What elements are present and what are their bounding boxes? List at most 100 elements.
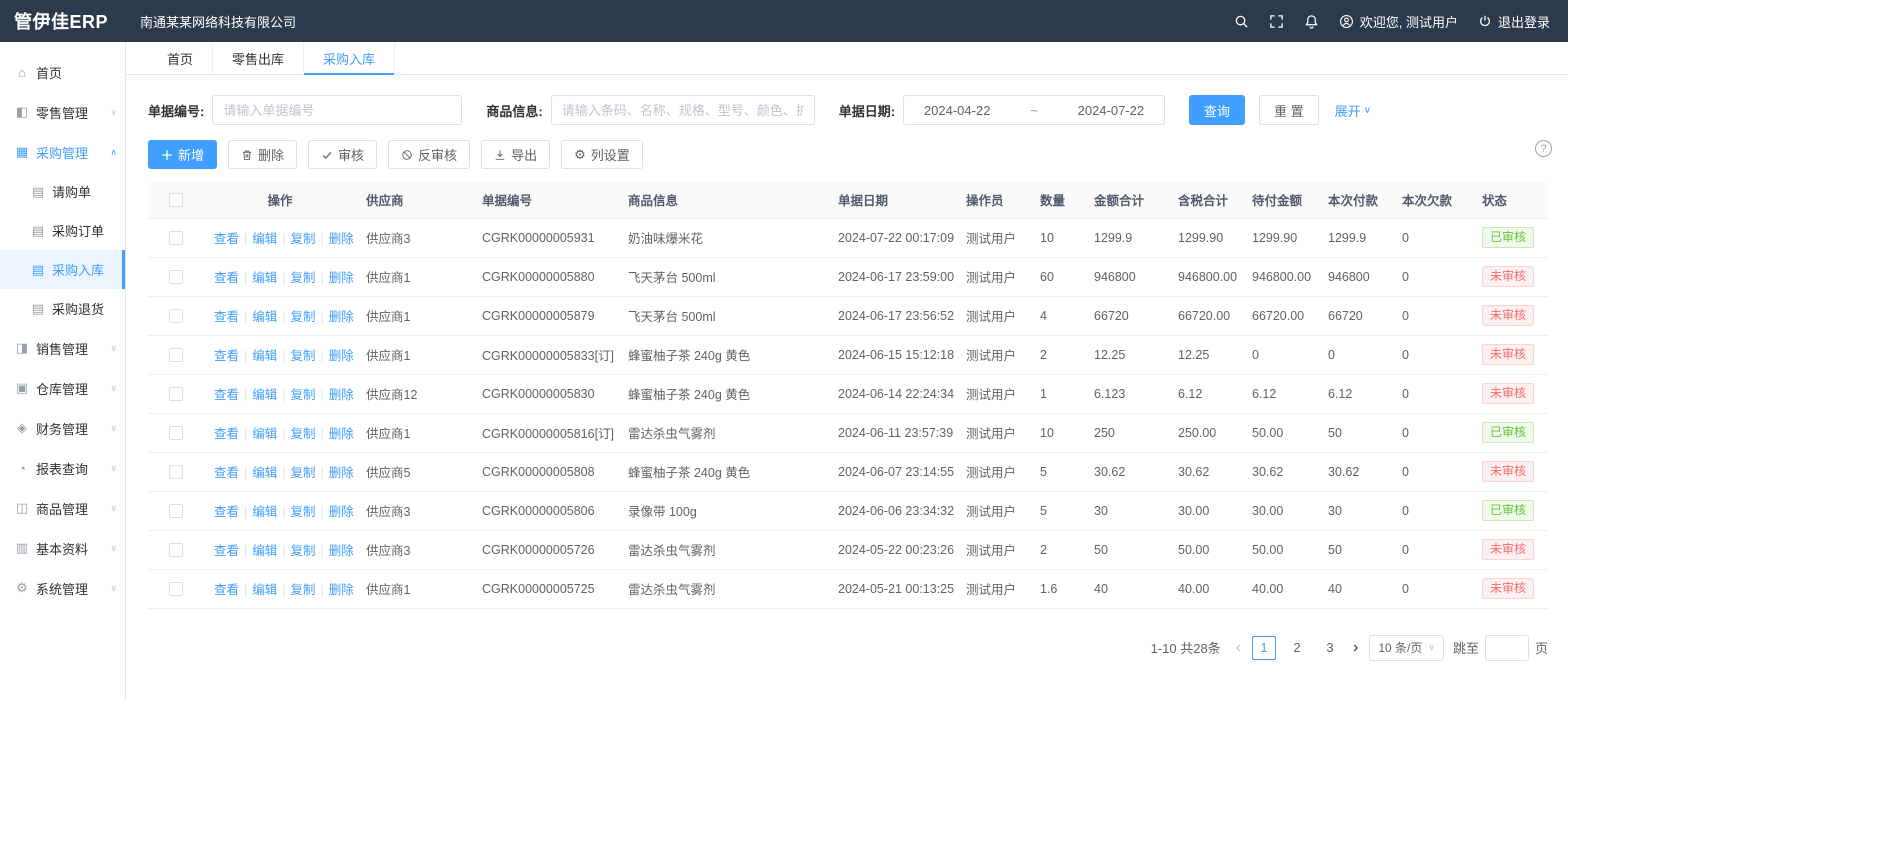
fullscreen-icon[interactable] (1269, 14, 1284, 29)
row-checkbox[interactable] (169, 309, 183, 323)
sidebar-subitem-purchase-return[interactable]: ▤采购退货 (0, 289, 125, 328)
prev-page-button[interactable]: ‹ (1234, 640, 1243, 656)
cell-supplier: 供应商1 (356, 335, 472, 374)
bill-no-input[interactable] (212, 95, 462, 125)
row-action-edit[interactable]: 编辑 (252, 583, 277, 597)
product-info-input[interactable] (551, 95, 815, 125)
sidebar-item-sales[interactable]: ◨销售管理∨ (0, 328, 125, 368)
row-checkbox[interactable] (169, 387, 183, 401)
date-to-value[interactable]: 2024-07-22 (1078, 103, 1145, 118)
row-checkbox[interactable] (169, 231, 183, 245)
cell-supplier: 供应商1 (356, 569, 472, 608)
row-checkbox[interactable] (169, 465, 183, 479)
page-button-3[interactable]: 3 (1318, 636, 1342, 660)
row-action-view[interactable]: 查看 (214, 349, 239, 363)
row-action-edit[interactable]: 编辑 (252, 388, 277, 402)
top-header: 管伊佳ERP 南通某某网络科技有限公司 欢迎您, 测试用户 (0, 0, 1568, 42)
row-action-copy[interactable]: 复制 (291, 310, 316, 324)
cell-date: 2024-06-15 15:12:18 (828, 335, 956, 374)
sidebar-subitem-purchase-request[interactable]: ▤请购单 (0, 172, 125, 211)
row-action-delete[interactable]: 删除 (329, 310, 354, 324)
sidebar-item-basic[interactable]: ▥基本资料∨ (0, 528, 125, 568)
date-from-value[interactable]: 2024-04-22 (924, 103, 991, 118)
reset-button[interactable]: 重 置 (1259, 95, 1319, 125)
jump-page-input[interactable] (1485, 635, 1529, 661)
page-button-2[interactable]: 2 (1285, 636, 1309, 660)
row-action-delete[interactable]: 删除 (329, 427, 354, 441)
row-action-delete[interactable]: 删除 (329, 388, 354, 402)
add-button[interactable]: 新增 (148, 140, 217, 169)
row-action-view[interactable]: 查看 (214, 427, 239, 441)
sidebar-item-home[interactable]: ⌂首页 (0, 52, 125, 92)
row-action-delete[interactable]: 删除 (329, 271, 354, 285)
tab-home[interactable]: 首页 (148, 42, 213, 74)
row-action-edit[interactable]: 编辑 (252, 232, 277, 246)
row-checkbox[interactable] (169, 348, 183, 362)
column-settings-button[interactable]: ⚙ 列设置 (561, 140, 643, 169)
page-size-select[interactable]: 10 条/页∨ (1369, 635, 1444, 661)
export-button[interactable]: 导出 (481, 140, 550, 169)
logout-button[interactable]: 退出登录 (1478, 12, 1550, 31)
row-checkbox[interactable] (169, 426, 183, 440)
row-action-copy[interactable]: 复制 (291, 544, 316, 558)
page-button-1[interactable]: 1 (1252, 636, 1276, 660)
tab-retail-outbound[interactable]: 零售出库 (213, 42, 304, 74)
sidebar-item-finance[interactable]: ◈财务管理∨ (0, 408, 125, 448)
row-action-copy[interactable]: 复制 (291, 388, 316, 402)
row-action-delete[interactable]: 删除 (329, 544, 354, 558)
sidebar-item-system[interactable]: ⚙系统管理∨ (0, 568, 125, 608)
row-action-delete[interactable]: 删除 (329, 466, 354, 480)
row-action-view[interactable]: 查看 (214, 232, 239, 246)
row-action-edit[interactable]: 编辑 (252, 271, 277, 285)
row-action-copy[interactable]: 复制 (291, 466, 316, 480)
row-checkbox[interactable] (169, 582, 183, 596)
row-action-view[interactable]: 查看 (214, 466, 239, 480)
help-icon[interactable]: ? (1535, 140, 1552, 157)
row-checkbox[interactable] (169, 543, 183, 557)
search-icon[interactable] (1234, 14, 1249, 29)
row-action-copy[interactable]: 复制 (291, 583, 316, 597)
sidebar-item-warehouse[interactable]: ▣仓库管理∨ (0, 368, 125, 408)
audit-button[interactable]: 审核 (308, 140, 377, 169)
row-action-edit[interactable]: 编辑 (252, 310, 277, 324)
tab-purchase-inbound[interactable]: 采购入库 (304, 42, 395, 74)
sidebar-subitem-purchase-inbound[interactable]: ▤采购入库 (0, 250, 125, 289)
row-action-delete[interactable]: 删除 (329, 505, 354, 519)
sidebar-subitem-purchase-order[interactable]: ▤采购订单 (0, 211, 125, 250)
row-checkbox[interactable] (169, 270, 183, 284)
row-action-copy[interactable]: 复制 (291, 349, 316, 363)
unaudit-button[interactable]: 反审核 (388, 140, 470, 169)
row-action-edit[interactable]: 编辑 (252, 544, 277, 558)
bell-icon[interactable] (1304, 14, 1319, 29)
search-button[interactable]: 查询 (1189, 95, 1245, 125)
row-action-copy[interactable]: 复制 (291, 271, 316, 285)
row-action-edit[interactable]: 编辑 (252, 349, 277, 363)
sidebar-item-retail[interactable]: ◧零售管理∨ (0, 92, 125, 132)
sidebar-item-reports[interactable]: ◔报表查询∨ (0, 448, 125, 488)
row-action-edit[interactable]: 编辑 (252, 505, 277, 519)
row-action-view[interactable]: 查看 (214, 505, 239, 519)
delete-button[interactable]: 删除 (228, 140, 297, 169)
sidebar-item-label: 采购订单 (52, 221, 104, 240)
row-action-view[interactable]: 查看 (214, 388, 239, 402)
row-action-copy[interactable]: 复制 (291, 505, 316, 519)
row-action-edit[interactable]: 编辑 (252, 427, 277, 441)
row-action-delete[interactable]: 删除 (329, 232, 354, 246)
sidebar-item-goods[interactable]: ◫商品管理∨ (0, 488, 125, 528)
row-checkbox[interactable] (169, 504, 183, 518)
row-action-copy[interactable]: 复制 (291, 232, 316, 246)
row-action-copy[interactable]: 复制 (291, 427, 316, 441)
row-action-view[interactable]: 查看 (214, 310, 239, 324)
row-action-delete[interactable]: 删除 (329, 349, 354, 363)
row-action-edit[interactable]: 编辑 (252, 466, 277, 480)
date-range-picker[interactable]: 2024-04-22 ~ 2024-07-22 (903, 95, 1165, 125)
sidebar-item-purchase[interactable]: ▦采购管理∧ (0, 132, 125, 172)
row-action-view[interactable]: 查看 (214, 544, 239, 558)
next-page-button[interactable]: › (1351, 640, 1360, 656)
cell-amount: 40 (1084, 569, 1168, 608)
row-action-view[interactable]: 查看 (214, 271, 239, 285)
expand-filters-link[interactable]: 展开 ∨ (1335, 101, 1371, 120)
row-action-view[interactable]: 查看 (214, 583, 239, 597)
select-all-checkbox[interactable] (169, 193, 183, 207)
row-action-delete[interactable]: 删除 (329, 583, 354, 597)
